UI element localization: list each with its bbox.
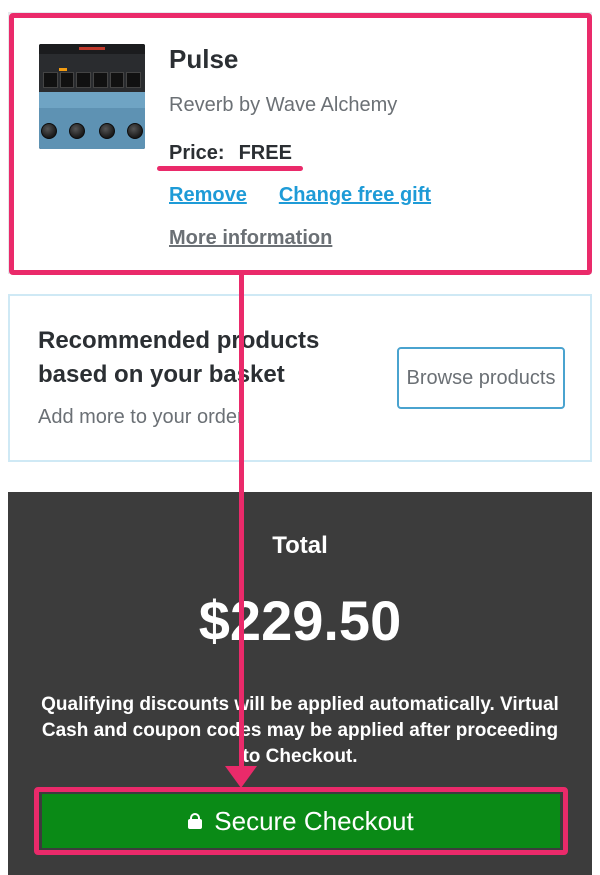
highlight-box-product — [9, 13, 592, 275]
highlight-underline-price — [157, 166, 303, 171]
recommended-subtitle: Add more to your order — [38, 406, 244, 428]
browse-products-button[interactable]: Browse products — [397, 347, 565, 409]
discount-note: Qualifying discounts will be applied aut… — [41, 694, 559, 767]
recommended-products-card: Recommended products based on your baske… — [8, 294, 592, 462]
highlight-box-checkout — [34, 787, 568, 855]
highlight-arrow-line — [239, 273, 244, 768]
total-label: Total — [272, 532, 328, 559]
recommended-title: Recommended products based on your baske… — [38, 327, 320, 388]
total-amount: $229.50 — [198, 589, 402, 652]
highlight-arrow-head — [225, 766, 257, 788]
